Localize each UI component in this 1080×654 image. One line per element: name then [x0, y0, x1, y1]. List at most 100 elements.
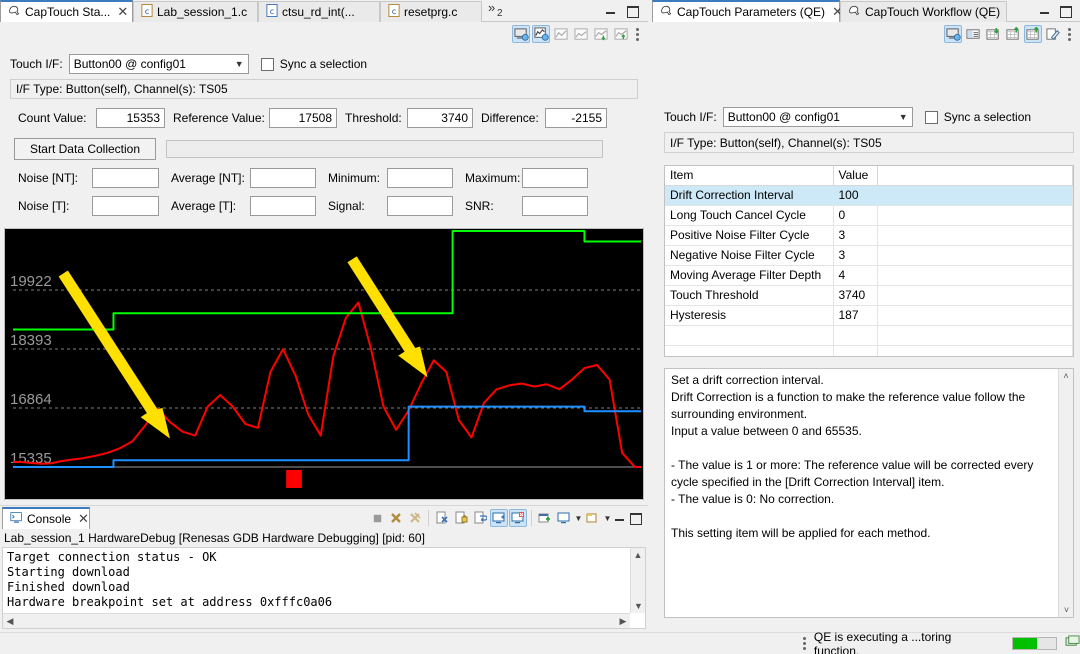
cell-value[interactable]: 0: [833, 205, 877, 225]
monitor-target-icon[interactable]: [512, 25, 530, 43]
start-data-collection-label: Start Data Collection: [30, 142, 140, 156]
cell-value[interactable]: 3: [833, 225, 877, 245]
scroll-left-icon[interactable]: ◀: [3, 614, 17, 628]
remove-launch-icon[interactable]: [433, 509, 451, 527]
display-selected-console-icon[interactable]: [555, 509, 573, 527]
graph-option-1-icon[interactable]: [552, 25, 570, 43]
show-graph-icon[interactable]: [532, 25, 550, 43]
console-output[interactable]: Target connection status - OK Starting d…: [2, 547, 646, 629]
table-row[interactable]: Drift Correction Interval100: [665, 185, 1073, 205]
captouch-graph[interactable]: 2145319922183931686415335: [4, 228, 644, 500]
reference-value-field[interactable]: 17508: [269, 108, 337, 128]
terminate-icon[interactable]: [387, 509, 405, 527]
chevron-down-icon[interactable]: ▼: [603, 514, 612, 523]
pin-console-icon[interactable]: [490, 509, 508, 527]
noise-nt-field[interactable]: [92, 168, 159, 188]
close-icon[interactable]: ✕: [78, 511, 89, 527]
maximize-view-button[interactable]: [625, 4, 639, 18]
table-row[interactable]: [665, 345, 1073, 357]
show-console-on-output-icon[interactable]: [509, 509, 527, 527]
new-console-view-icon[interactable]: [536, 509, 554, 527]
tab-captouch-status[interactable]: CapTouch Sta... ✕: [0, 0, 133, 22]
tab-overflow-indicator[interactable]: » 2: [488, 2, 522, 22]
column-header-item[interactable]: Item: [665, 166, 833, 185]
scroll-down-icon[interactable]: ▼: [631, 599, 646, 613]
description-vertical-scrollbar[interactable]: ˄ ˅: [1058, 369, 1073, 617]
noise-t-field[interactable]: [92, 196, 159, 216]
close-icon[interactable]: ✕: [117, 4, 128, 20]
cell-value[interactable]: 3740: [833, 285, 877, 305]
maximize-view-button[interactable]: [628, 511, 642, 525]
table-row[interactable]: Hysteresis187: [665, 305, 1073, 325]
average-t-field[interactable]: [250, 196, 316, 216]
snr-field[interactable]: [522, 196, 588, 216]
table-row[interactable]: Long Touch Cancel Cycle0: [665, 205, 1073, 225]
export-parameters-icon[interactable]: [1004, 25, 1022, 43]
minimize-view-button[interactable]: [1038, 4, 1052, 18]
scroll-right-icon[interactable]: ▶: [616, 614, 630, 628]
maximize-view-button[interactable]: [1058, 4, 1072, 18]
scroll-up-icon[interactable]: ˄: [1059, 369, 1073, 383]
view-menu-icon[interactable]: [632, 25, 642, 43]
parameters-table[interactable]: Item Value Drift Correction Interval100L…: [664, 165, 1074, 357]
open-console-icon[interactable]: [584, 509, 602, 527]
cell-value[interactable]: 100: [833, 185, 877, 205]
average-nt-field[interactable]: [250, 168, 316, 188]
parameter-description[interactable]: Set a drift correction interval.Drift Co…: [664, 368, 1074, 618]
cell-value[interactable]: 4: [833, 265, 877, 285]
minimize-view-button[interactable]: [604, 4, 618, 18]
tab-console[interactable]: Console ✕: [2, 507, 90, 529]
threshold-field[interactable]: 3740: [407, 108, 473, 128]
write-parameters-icon[interactable]: [1024, 25, 1042, 43]
clear-icon[interactable]: [368, 509, 386, 527]
tab-label: resetprg.c: [404, 5, 457, 19]
import-parameters-icon[interactable]: [984, 25, 1002, 43]
qe-status-icon[interactable]: [1065, 635, 1080, 652]
chevron-down-icon[interactable]: ▼: [574, 514, 583, 523]
difference-field[interactable]: -2155: [545, 108, 607, 128]
graph-canvas: 2145319922183931686415335: [5, 229, 643, 499]
table-row[interactable]: Positive Noise Filter Cycle3: [665, 225, 1073, 245]
tab-ctsu-rd-int[interactable]: c ctsu_rd_int(...: [258, 1, 380, 22]
show-properties-icon[interactable]: [964, 25, 982, 43]
cell-value[interactable]: [833, 345, 877, 357]
table-row[interactable]: Touch Threshold3740: [665, 285, 1073, 305]
edit-parameters-icon[interactable]: [1044, 25, 1062, 43]
graph-import-icon[interactable]: [592, 25, 610, 43]
table-row[interactable]: [665, 325, 1073, 345]
scroll-down-icon[interactable]: ˅: [1059, 603, 1074, 617]
sync-selection-checkbox[interactable]: [261, 58, 274, 71]
word-wrap-icon[interactable]: [471, 509, 489, 527]
table-row[interactable]: Moving Average Filter Depth4: [665, 265, 1073, 285]
touch-if-select[interactable]: Button00 @ config01 ▼: [69, 54, 249, 74]
lock-scroll-icon[interactable]: [452, 509, 470, 527]
tab-captouch-parameters[interactable]: CapTouch Parameters (QE) ✕: [652, 0, 840, 22]
console-vertical-scrollbar[interactable]: ▲ ▼: [630, 548, 645, 613]
count-value-field[interactable]: 15353: [96, 108, 165, 128]
touch-if-select[interactable]: Button00 @ config01 ▼: [723, 107, 913, 127]
scroll-up-icon[interactable]: ▲: [631, 548, 645, 562]
console-horizontal-scrollbar[interactable]: ◀ ▶: [3, 613, 630, 628]
cell-value[interactable]: 3: [833, 245, 877, 265]
column-header-value[interactable]: Value: [833, 166, 877, 185]
cell-value[interactable]: 187: [833, 305, 877, 325]
view-menu-icon[interactable]: [1064, 25, 1074, 43]
signal-field[interactable]: [387, 196, 453, 216]
difference-label: Difference:: [473, 111, 545, 125]
tab-captouch-workflow[interactable]: CapTouch Workflow (QE): [840, 1, 1007, 22]
remove-all-terminated-icon[interactable]: [406, 509, 424, 527]
monitor-target-icon[interactable]: [944, 25, 962, 43]
column-header-blank[interactable]: [877, 166, 1073, 185]
sync-selection-checkbox[interactable]: [925, 111, 938, 124]
tab-lab-session-1-c[interactable]: c Lab_session_1.c: [133, 1, 258, 22]
table-row[interactable]: Negative Noise Filter Cycle3: [665, 245, 1073, 265]
maximum-field[interactable]: [522, 168, 588, 188]
graph-export-icon[interactable]: [612, 25, 630, 43]
start-data-collection-button[interactable]: Start Data Collection: [14, 138, 156, 160]
minimum-field[interactable]: [387, 168, 453, 188]
cell-value[interactable]: [833, 325, 877, 345]
minimize-view-button[interactable]: [613, 511, 627, 525]
captouch-status-view: CapTouch Sta... ✕ c Lab_session_1.c c ct…: [0, 0, 648, 504]
graph-option-2-icon[interactable]: [572, 25, 590, 43]
tab-resetprg-c[interactable]: c resetprg.c: [380, 1, 482, 22]
